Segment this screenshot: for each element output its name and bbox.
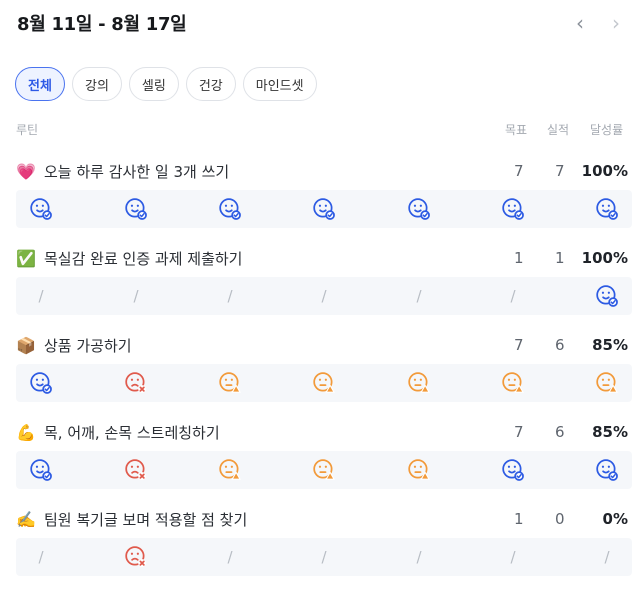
routine-achievement-rate: 85% xyxy=(592,423,628,441)
neutral-warning-icon[interactable] xyxy=(312,371,336,395)
neutral-warning-icon[interactable] xyxy=(407,458,431,482)
column-header-routine: 루틴 xyxy=(16,123,39,137)
routine-title[interactable]: 💗 오늘 하루 감사한 일 3개 쓰기 xyxy=(16,160,229,182)
smile-check-icon[interactable] xyxy=(595,197,619,221)
smile-check-icon[interactable] xyxy=(312,197,336,221)
smile-check-icon[interactable] xyxy=(29,197,53,221)
routine-title[interactable]: ✅ 목실감 완료 인증 과제 제출하기 xyxy=(16,247,242,269)
neutral-warning-icon[interactable] xyxy=(407,371,431,395)
routine-actual-count: 0 xyxy=(555,510,565,528)
day-cell-empty[interactable]: / xyxy=(501,284,525,308)
neutral-warning-icon[interactable] xyxy=(595,371,619,395)
check-mark-icon: ✅ xyxy=(16,248,36,268)
day-cell-empty[interactable]: / xyxy=(501,545,525,569)
routine-achievement-rate: 85% xyxy=(592,336,628,354)
writing-hand-icon: ✍️ xyxy=(16,509,36,529)
day-cell-empty[interactable]: / xyxy=(312,284,336,308)
neutral-warning-icon[interactable] xyxy=(218,371,242,395)
routine-title[interactable]: 📦 상품 가공하기 xyxy=(16,334,132,356)
week-range-title: 8월 11일 - 8월 17일 xyxy=(17,14,187,35)
day-cell-empty[interactable]: / xyxy=(124,284,148,308)
smile-check-icon[interactable] xyxy=(218,197,242,221)
day-cell-empty[interactable]: / xyxy=(595,545,619,569)
routine-goal-count: 7 xyxy=(514,423,524,441)
routine-title[interactable]: ✍️ 팀원 복기글 보며 적용할 점 찾기 xyxy=(16,508,247,530)
routine-actual-count: 6 xyxy=(555,423,565,441)
day-cell-empty[interactable]: / xyxy=(312,545,336,569)
package-icon: 📦 xyxy=(16,335,36,355)
neutral-warning-icon[interactable] xyxy=(501,371,525,395)
filter-chip-all[interactable]: 전체 xyxy=(15,67,65,101)
routine-achievement-rate: 0% xyxy=(602,510,628,528)
smile-check-icon[interactable] xyxy=(407,197,431,221)
routine-achievement-rate: 100% xyxy=(581,249,628,267)
neutral-warning-icon[interactable] xyxy=(218,458,242,482)
column-header-rate: 달성률 xyxy=(590,123,624,137)
chevron-right-icon[interactable]: › xyxy=(605,10,627,36)
routine-goal-count: 1 xyxy=(514,510,524,528)
day-status-strip: / / / / / / xyxy=(16,277,632,315)
day-status-strip xyxy=(16,190,632,228)
day-status-strip xyxy=(16,364,632,402)
routine-goal-count: 7 xyxy=(514,162,524,180)
smile-check-icon[interactable] xyxy=(29,371,53,395)
routine-title-text: 목실감 완료 인증 과제 제출하기 xyxy=(44,249,243,268)
filter-chip-mindset[interactable]: 마인드셋 xyxy=(242,67,317,101)
routine-actual-count: 1 xyxy=(555,249,565,267)
day-cell-empty[interactable]: / xyxy=(218,545,242,569)
smile-check-icon[interactable] xyxy=(124,197,148,221)
filter-chip-health[interactable]: 건강 xyxy=(185,67,236,101)
neutral-warning-icon[interactable] xyxy=(312,458,336,482)
routine-actual-count: 6 xyxy=(555,336,565,354)
category-filter-bar: 전체 강의 셀링 건강 마인드셋 xyxy=(15,67,317,101)
flexed-arm-icon: 💪 xyxy=(16,422,36,442)
routine-actual-count: 7 xyxy=(555,162,565,180)
routine-title-text: 오늘 하루 감사한 일 3개 쓰기 xyxy=(44,162,230,181)
routine-title-text: 목, 어깨, 손목 스트레칭하기 xyxy=(44,423,220,442)
day-cell-empty[interactable]: / xyxy=(407,545,431,569)
routine-goal-count: 7 xyxy=(514,336,524,354)
frown-x-icon[interactable] xyxy=(124,545,148,569)
routine-achievement-rate: 100% xyxy=(581,162,628,180)
filter-chip-selling[interactable]: 셀링 xyxy=(128,67,179,101)
day-status-strip xyxy=(16,451,632,489)
column-header-actual: 실적 xyxy=(547,123,570,137)
routine-goal-count: 1 xyxy=(514,249,524,267)
smile-check-icon[interactable] xyxy=(29,458,53,482)
smile-check-icon[interactable] xyxy=(501,458,525,482)
chevron-left-icon[interactable]: ‹ xyxy=(569,10,591,36)
heart-icon: 💗 xyxy=(16,161,36,181)
smile-check-icon[interactable] xyxy=(595,284,619,308)
day-cell-empty[interactable]: / xyxy=(29,284,53,308)
week-header: 8월 11일 - 8월 17일 ‹ › xyxy=(17,10,632,36)
day-cell-empty[interactable]: / xyxy=(218,284,242,308)
day-cell-empty[interactable]: / xyxy=(407,284,431,308)
smile-check-icon[interactable] xyxy=(501,197,525,221)
frown-x-icon[interactable] xyxy=(124,458,148,482)
routine-title-text: 상품 가공하기 xyxy=(44,336,132,355)
column-header-goal: 목표 xyxy=(505,123,528,137)
smile-check-icon[interactable] xyxy=(595,458,619,482)
frown-x-icon[interactable] xyxy=(124,371,148,395)
day-cell-empty[interactable]: / xyxy=(29,545,53,569)
day-status-strip: / / / / / / xyxy=(16,538,632,576)
filter-chip-lecture[interactable]: 강의 xyxy=(72,67,122,101)
routine-title[interactable]: 💪 목, 어깨, 손목 스트레칭하기 xyxy=(16,421,220,443)
routine-title-text: 팀원 복기글 보며 적용할 점 찾기 xyxy=(44,510,248,529)
